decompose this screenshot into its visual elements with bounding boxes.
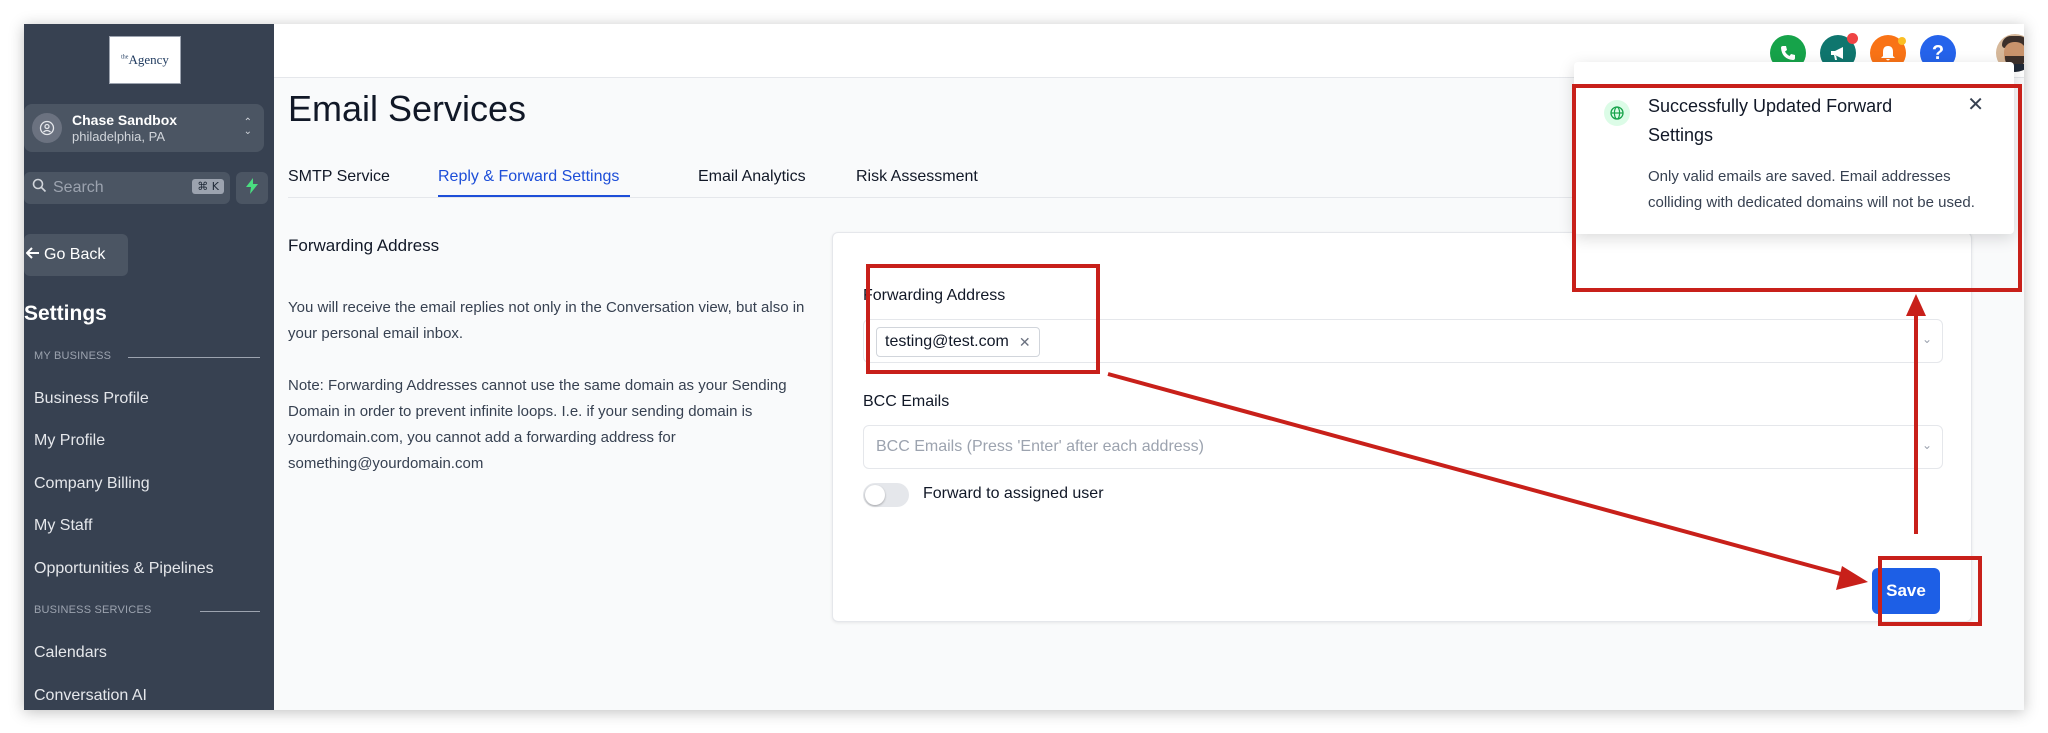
location-icon bbox=[32, 113, 62, 143]
section-divider bbox=[200, 611, 260, 612]
note-text: Note: Forwarding Addresses cannot use th… bbox=[288, 377, 787, 472]
email-chip-value: testing@test.com bbox=[885, 333, 1009, 350]
tab-email-analytics[interactable]: Email Analytics bbox=[698, 168, 806, 186]
account-switcher[interactable]: Chase Sandbox philadelphia, PA ⌃ ⌄ bbox=[24, 104, 264, 152]
quick-action-button[interactable] bbox=[236, 172, 268, 204]
bcc-emails-label: BCC Emails bbox=[863, 393, 950, 410]
sidebar-item-company-billing[interactable]: Company Billing bbox=[34, 475, 150, 493]
account-name: Chase Sandbox bbox=[72, 111, 178, 128]
agency-logo[interactable]: theAgency bbox=[109, 36, 181, 84]
forward-assigned-label: Forward to assigned user bbox=[923, 485, 1104, 502]
tab-smtp-service[interactable]: SMTP Service bbox=[288, 168, 390, 186]
page-title: Email Services bbox=[288, 88, 527, 129]
search-shortcut: ⌘ K bbox=[192, 179, 224, 194]
toast-title: Successfully Updated Forward Settings bbox=[1648, 96, 1893, 145]
forward-assigned-toggle[interactable] bbox=[863, 483, 909, 507]
save-button[interactable]: Save bbox=[1872, 568, 1940, 614]
notification-dot bbox=[1847, 33, 1858, 44]
tab-bar: SMTP Service Reply & Forward Settings Em… bbox=[288, 160, 1708, 198]
chevron-updown-icon: ⌃ ⌄ bbox=[243, 117, 252, 137]
sidebar-item-my-profile[interactable]: My Profile bbox=[34, 432, 105, 450]
forwarding-address-label: Forwarding Address bbox=[863, 287, 1006, 304]
toast-message: Only valid emails are saved. Email addre… bbox=[1648, 168, 1975, 211]
active-tab-indicator bbox=[438, 195, 630, 197]
bcc-emails-input[interactable]: BCC Emails (Press 'Enter' after each add… bbox=[863, 425, 1943, 469]
search-input[interactable]: Search ⌘ K bbox=[24, 172, 230, 204]
globe-icon bbox=[1604, 100, 1630, 126]
success-toast: Successfully Updated Forward Settings ✕ … bbox=[1574, 62, 2014, 234]
tab-reply-forward-settings[interactable]: Reply & Forward Settings bbox=[438, 168, 619, 186]
lightning-icon bbox=[246, 177, 258, 199]
chevron-down-icon: ⌄ bbox=[1921, 438, 1932, 452]
account-location: philadelphia, PA bbox=[72, 128, 165, 144]
sidebar-item-my-staff[interactable]: My Staff bbox=[34, 517, 92, 535]
toggle-knob bbox=[865, 485, 885, 505]
section-title: Forwarding Address bbox=[288, 236, 440, 255]
forwarding-address-input[interactable]: testing@test.com ✕ ⌄ bbox=[863, 319, 1943, 363]
sidebar-item-opportunities[interactable]: Opportunities & Pipelines bbox=[34, 560, 214, 578]
close-icon[interactable]: ✕ bbox=[1967, 92, 1984, 117]
search-placeholder: Search bbox=[53, 179, 104, 196]
chevron-down-icon: ⌄ bbox=[1921, 332, 1932, 346]
section-business-services: BUSINESS SERVICES bbox=[34, 604, 152, 616]
logo-text: Agency bbox=[128, 52, 169, 67]
sidebar-item-calendars[interactable]: Calendars bbox=[34, 644, 107, 662]
go-back-button[interactable]: Go Back bbox=[24, 234, 128, 276]
sidebar-item-business-profile[interactable]: Business Profile bbox=[34, 390, 149, 408]
sidebar: theAgency Chase Sandbox philadelphia, PA… bbox=[24, 24, 274, 710]
section-divider bbox=[128, 357, 260, 358]
bcc-placeholder: BCC Emails (Press 'Enter' after each add… bbox=[876, 438, 1204, 455]
search-icon bbox=[32, 178, 47, 198]
go-back-label: Go Back bbox=[44, 246, 106, 263]
notification-dot bbox=[1898, 37, 1906, 45]
email-chip: testing@test.com ✕ bbox=[876, 327, 1040, 357]
forward-settings-card: Forwarding Address testing@test.com ✕ ⌄ … bbox=[832, 232, 1972, 622]
tab-risk-assessment[interactable]: Risk Assessment bbox=[856, 168, 978, 186]
arrow-left-icon bbox=[25, 246, 40, 265]
sidebar-item-conversation-ai[interactable]: Conversation AI bbox=[34, 687, 147, 705]
section-my-business: MY BUSINESS bbox=[34, 350, 112, 362]
description-text: You will receive the email replies not o… bbox=[288, 299, 805, 342]
settings-title: Settings bbox=[24, 302, 107, 325]
close-icon[interactable]: ✕ bbox=[1019, 334, 1031, 351]
